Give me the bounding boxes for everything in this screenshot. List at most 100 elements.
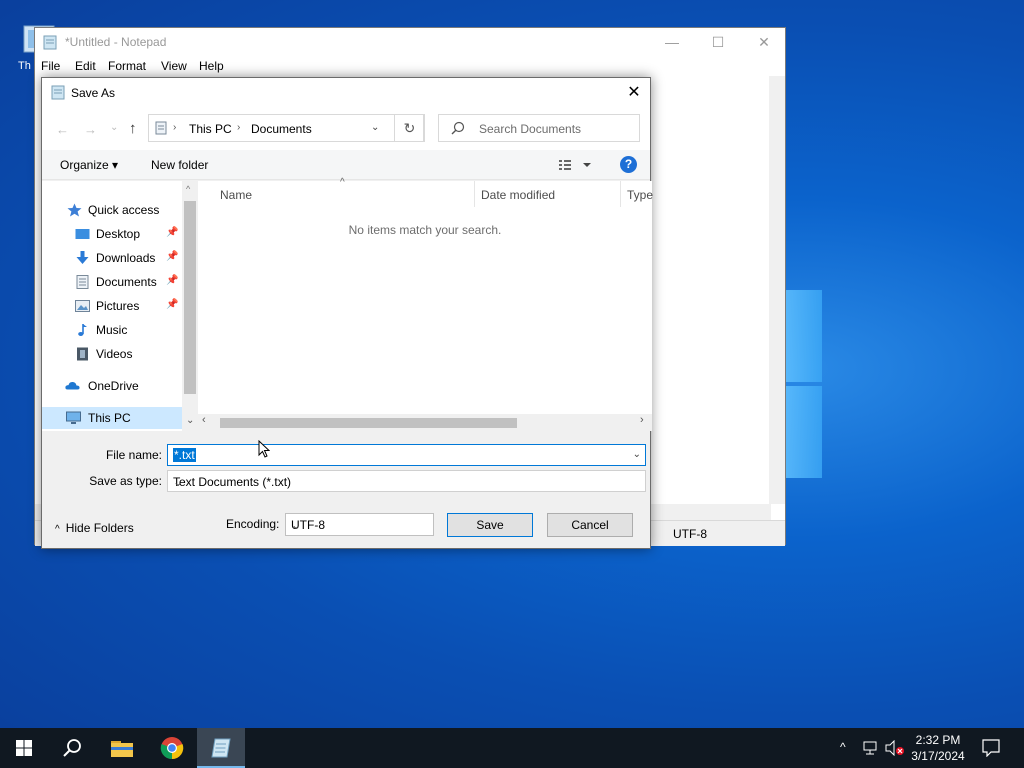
column-header-name[interactable]: Name ^ [214,177,475,207]
encoding-select[interactable]: UTF-8 ⌄ [285,513,434,536]
clock-date: 3/17/2024 [911,749,965,763]
desktop-folder-icon [75,229,90,239]
forward-arrow-icon[interactable]: → [84,122,97,137]
view-options-icon[interactable] [557,157,593,173]
action-center-icon[interactable] [982,739,1000,757]
help-icon[interactable]: ? [620,156,637,173]
menu-format[interactable]: Format [108,59,146,73]
search-icon [63,739,81,757]
pin-icon: 📌 [166,299,179,310]
cancel-button[interactable]: Cancel [547,513,633,537]
file-list-horizontal-scrollbar[interactable]: ‹ › [198,414,652,431]
status-encoding: UTF-8 [673,527,707,541]
nav-item-label: OneDrive [88,379,139,393]
nav-item-documents[interactable]: Documents 📌 [42,271,182,293]
file-name-input[interactable]: *.txt ⌄ [167,444,646,466]
mouse-pointer-icon [258,440,270,458]
notepad-vertical-scrollbar[interactable] [769,76,785,504]
nav-item-videos[interactable]: Videos [42,343,182,365]
organize-button[interactable]: Organize ▾ [60,158,118,172]
empty-folder-message: No items match your search. [348,223,502,237]
taskbar-notepad[interactable] [197,728,245,768]
file-list-scroll-thumb[interactable] [220,418,517,428]
search-icon [451,121,465,135]
taskbar-chrome[interactable] [148,728,196,768]
pin-icon: 📌 [166,275,179,286]
column-header-date-modified[interactable]: Date modified [475,181,621,207]
menu-help[interactable]: Help [199,59,224,73]
new-folder-button[interactable]: New folder [151,158,208,172]
download-arrow-icon [76,251,89,264]
menu-file[interactable]: File [41,59,60,73]
file-name-label: File name: [105,448,162,462]
desktop-icon-label: Th [18,60,31,72]
dialog-title: Save As [71,86,116,100]
nav-item-this-pc[interactable]: This PC [42,407,182,429]
file-list-pane[interactable]: Name ^ Date modified Type No items match… [198,177,653,431]
minimize-button[interactable]: — [649,28,695,56]
sort-ascending-icon: ^ [340,177,345,188]
menu-edit[interactable]: Edit [75,59,96,73]
pin-icon: 📌 [166,251,179,262]
chevron-down-icon: ⌄ [291,518,302,532]
refresh-button[interactable]: ↻ [394,114,425,142]
command-bar: Organize ▾ New folder ? [42,150,650,180]
clock-time: 2:32 PM [915,733,961,747]
encoding-label: Encoding: [226,517,280,531]
nav-item-label: Quick access [88,203,160,217]
start-icon [16,740,32,756]
taskbar-file-explorer[interactable] [98,728,146,768]
search-input[interactable]: Search Documents [438,114,640,142]
back-arrow-icon[interactable]: ← [56,122,69,137]
chevron-down-icon[interactable]: ⌄ [173,475,641,489]
up-arrow-icon[interactable]: ↑ [129,120,137,137]
navigation-pane-scroll-thumb[interactable] [184,201,196,394]
nav-item-onedrive[interactable]: OneDrive [42,375,182,397]
scroll-left-icon[interactable]: ‹ [202,414,206,426]
hide-folders-button[interactable]: ^ Hide Folders [55,521,134,535]
notepad-icon [43,35,57,50]
nav-item-music[interactable]: Music [42,319,182,341]
address-bar[interactable]: › This PC › Documents ⌄ [148,114,424,142]
nav-item-label: This PC [88,411,131,425]
nav-item-pictures[interactable]: Pictures 📌 [42,295,182,317]
chevron-down-icon[interactable]: ⌄ [371,122,379,133]
notepad-close-button[interactable]: ✕ [741,28,787,56]
chrome-icon [160,737,184,760]
notepad-title-bar[interactable]: *Untitled - Notepad — ☐ ✕ [35,28,785,56]
nav-item-label: Documents [96,275,157,289]
dialog-title-bar[interactable]: Save As ✕ [42,78,650,108]
scroll-up-icon[interactable]: ^ [186,184,190,194]
taskbar: ^ 2:32 PM 3/17/2024 [0,728,1024,768]
music-note-icon [78,324,87,336]
nav-item-downloads[interactable]: Downloads 📌 [42,247,182,269]
chevron-up-icon: ^ [55,524,60,535]
show-hidden-icons-icon[interactable]: ^ [840,740,846,754]
save-button[interactable]: Save [447,513,533,537]
scroll-down-icon[interactable]: ⌄ [186,415,194,426]
save-as-type-select[interactable]: Text Documents (*.txt) ⌄ [167,470,646,492]
file-name-value[interactable]: *.txt [173,448,196,462]
volume-muted-icon[interactable] [885,740,905,756]
start-button[interactable] [0,728,48,768]
maximize-button[interactable]: ☐ [695,28,741,56]
documents-icon [76,275,89,289]
taskbar-clock[interactable]: 2:32 PM 3/17/2024 [906,732,970,764]
dialog-close-button[interactable]: ✕ [618,78,650,108]
recent-locations-icon[interactable]: ⌄ [110,122,118,133]
chevron-down-icon[interactable]: ⌄ [633,449,641,460]
taskbar-search-button[interactable] [48,728,96,768]
menu-view[interactable]: View [161,59,187,73]
breadcrumb-this-pc[interactable]: This PC [189,122,232,136]
pictures-icon [75,300,90,312]
column-header-type[interactable]: Type [621,181,653,207]
scroll-right-icon[interactable]: › [640,414,644,426]
network-icon[interactable] [862,740,880,756]
save-as-dialog[interactable]: Save As ✕ ← → ⌄ ↑ › This PC › Documents … [41,77,653,549]
hide-folders-label: Hide Folders [65,521,134,535]
nav-item-quick-access[interactable]: Quick access [42,199,182,221]
nav-item-label: Music [96,323,128,337]
nav-item-desktop[interactable]: Desktop 📌 [42,223,182,245]
nav-item-label: Pictures [96,299,140,313]
breadcrumb-documents[interactable]: Documents [251,122,312,136]
